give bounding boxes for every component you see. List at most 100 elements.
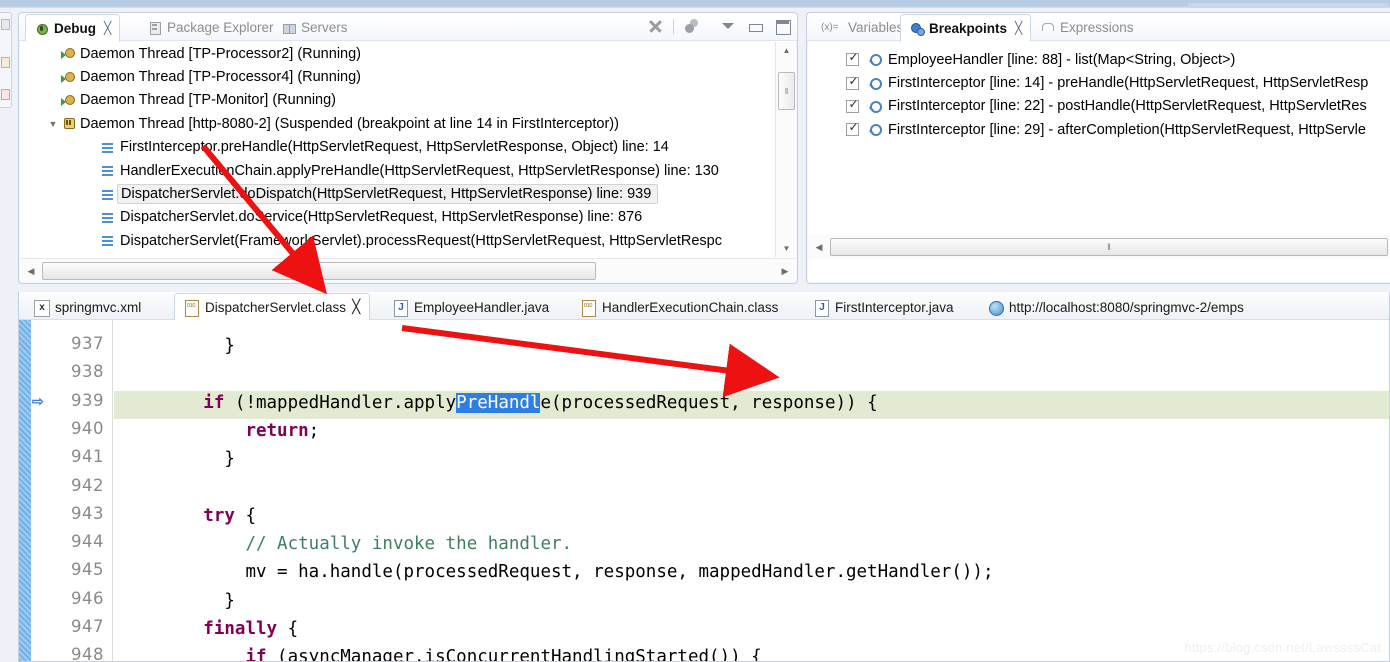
- disconnect-icon[interactable]: [646, 17, 664, 35]
- scroll-left-icon[interactable]: ◀: [810, 238, 828, 256]
- view-menu-dots-icon[interactable]: [683, 17, 701, 35]
- editor-tab-4[interactable]: FirstInterceptor.java: [805, 294, 963, 320]
- tree-row-label: DispatcherServlet(FrameworkServlet).proc…: [120, 232, 722, 249]
- breakpoint-row[interactable]: FirstInterceptor [line: 29] - afterCompl…: [808, 118, 1390, 141]
- maximize-icon[interactable]: [773, 17, 791, 35]
- tab-breakpoints[interactable]: Breakpoints ╳: [900, 14, 1032, 42]
- thread-row[interactable]: Daemon Thread [TP-Processor2] (Running): [20, 42, 775, 65]
- line-number: 937: [71, 334, 104, 353]
- editor-code-area[interactable]: ⇨ 937 938 939 940 941 942 943 944 945 946 947 948 }…: [19, 320, 1389, 661]
- line-number: 939: [71, 390, 104, 410]
- hscroll-thumb[interactable]: ‖: [830, 238, 1388, 256]
- breakpoint-row[interactable]: FirstInterceptor [line: 14] - preHandle(…: [808, 71, 1390, 94]
- stack-frame-row[interactable]: FirstInterceptor.preHandle(HttpServletRe…: [20, 136, 775, 159]
- editor-tab-5[interactable]: http://localhost:8080/springmvc-2/emps: [979, 294, 1253, 320]
- close-icon[interactable]: ╳: [1015, 21, 1022, 35]
- editor-tab-label: FirstInterceptor.java: [835, 299, 954, 315]
- fast-view-item-2[interactable]: [1, 57, 10, 68]
- xml-file-icon: [34, 299, 50, 317]
- breakpoint-enabled-checkbox[interactable]: [846, 120, 860, 137]
- fast-view-item-1[interactable]: [1, 19, 10, 30]
- variables-icon: (x)=: [821, 22, 839, 33]
- servers-icon: [281, 20, 296, 35]
- tab-debug[interactable]: Debug ╳: [25, 14, 121, 42]
- close-icon[interactable]: ╳: [104, 21, 111, 35]
- source-line[interactable]: if (!mappedHandler.applyPreHandle(proces…: [114, 390, 1389, 419]
- breakpoint-label: FirstInterceptor [line: 29] - afterCompl…: [888, 121, 1366, 138]
- editor-tab-3[interactable]: HandlerExecutionChain.class: [572, 294, 787, 320]
- thread-row[interactable]: Daemon Thread [TP-Processor4] (Running): [20, 65, 775, 88]
- breakpoint-row[interactable]: EmployeeHandler [line: 88] - list(Map<St…: [808, 48, 1390, 71]
- breakpoints-list[interactable]: EmployeeHandler [line: 88] - list(Map<St…: [808, 42, 1390, 233]
- editor-tab-2[interactable]: EmployeeHandler.java: [384, 294, 558, 320]
- stack-frame-row[interactable]: DispatcherServlet.doService(HttpServletR…: [20, 206, 775, 229]
- editor-tab-label: HandlerExecutionChain.class: [602, 299, 779, 315]
- source-line[interactable]: [114, 476, 1389, 504]
- breakpoint-enabled-checkbox[interactable]: [846, 74, 860, 90]
- editor-tab-0[interactable]: springmvc.xml: [25, 294, 150, 320]
- code-token: {: [234, 505, 256, 526]
- scroll-right-icon[interactable]: ▶: [776, 262, 794, 280]
- hscroll-thumb[interactable]: ‖: [42, 262, 596, 280]
- line-number: 945: [71, 560, 104, 580]
- breakpoint-row[interactable]: FirstInterceptor [line: 22] - postHandle…: [808, 95, 1390, 118]
- toolbar-separator: [673, 18, 674, 34]
- breakpoint-label: FirstInterceptor [line: 22] - postHandle…: [888, 98, 1367, 115]
- editor-marker-bar[interactable]: [19, 320, 31, 661]
- editor-source-lines[interactable]: } if (!mappedHandler.applyPreHandle(proc…: [114, 320, 1389, 661]
- scroll-up-icon[interactable]: ▲: [776, 42, 797, 59]
- fast-view-item-3[interactable]: [1, 89, 10, 100]
- editor-tabbar: springmvc.xml DispatcherServlet.class ╳ Emp…: [19, 292, 1389, 321]
- breakpoints-hscrollbar[interactable]: ◀ ‖: [808, 235, 1390, 259]
- fast-view-bar[interactable]: [0, 12, 12, 108]
- scroll-down-icon[interactable]: ▼: [776, 240, 797, 257]
- stack-frame-row[interactable]: DispatcherServlet(FrameworkServlet).proc…: [20, 229, 775, 252]
- class-file-icon: [184, 299, 199, 317]
- package-explorer-icon: [147, 20, 162, 35]
- source-line[interactable]: [114, 362, 1389, 390]
- expand-collapse-icon[interactable]: ▼: [46, 119, 60, 129]
- source-line[interactable]: }: [114, 334, 1389, 362]
- tree-row-label: DispatcherServlet.doService(HttpServletR…: [120, 209, 643, 226]
- source-line[interactable]: mv = ha.handle(processedRequest, respons…: [114, 560, 1389, 588]
- source-line[interactable]: // Actually invoke the handler.: [114, 532, 1389, 560]
- bug-icon: [34, 21, 49, 36]
- thread-row[interactable]: ▼ Daemon Thread [http-8080-2] (Suspended …: [20, 112, 775, 135]
- chevron-down-icon[interactable]: [719, 17, 737, 35]
- tab-variables[interactable]: (x)= Variables: [813, 15, 911, 40]
- tab-expressions[interactable]: Expressions: [1032, 15, 1142, 40]
- tab-package-explorer[interactable]: Package Explorer: [139, 15, 282, 40]
- watermark: https://blog.csdn.net/LawssssCat: [1184, 640, 1381, 655]
- keyword-token: try: [203, 505, 235, 526]
- tree-row-label: Daemon Thread [http-8080-2] (Suspended (…: [80, 115, 619, 132]
- editor-annotation-column[interactable]: ⇨: [31, 320, 45, 661]
- source-line[interactable]: return;: [114, 419, 1389, 447]
- tab-expressions-label: Expressions: [1060, 20, 1134, 35]
- close-icon[interactable]: ╳: [352, 299, 360, 315]
- source-line[interactable]: }: [114, 447, 1389, 475]
- scroll-left-icon[interactable]: ◀: [22, 262, 40, 280]
- tab-servers[interactable]: Servers: [273, 15, 356, 40]
- breakpoint-enabled-checkbox[interactable]: [846, 97, 860, 113]
- stack-frame-row[interactable]: HandlerExecutionChain.applyPreHandle(Htt…: [20, 159, 775, 182]
- debug-stack-tree[interactable]: Daemon Thread [TP-Processor2] (Running) D…: [20, 42, 775, 257]
- source-line[interactable]: try {: [114, 504, 1389, 532]
- vscroll-thumb[interactable]: ‖: [778, 72, 795, 110]
- stack-frame-row[interactable]: DispatcherServlet.doDispatch(HttpServlet…: [20, 182, 775, 205]
- tree-row-label: Daemon Thread [TP-Processor2] (Running): [80, 45, 361, 62]
- source-line[interactable]: }: [114, 589, 1389, 617]
- line-number: 941: [71, 447, 104, 467]
- debug-tree-vscrollbar[interactable]: ▲ ‖ ▼: [775, 42, 796, 257]
- code-token: e(processedRequest, response)) {: [540, 392, 878, 413]
- code-token: }: [224, 590, 235, 611]
- editor-tab-1[interactable]: DispatcherServlet.class ╳: [174, 293, 371, 321]
- minimize-icon[interactable]: [746, 17, 764, 35]
- breakpoint-enabled-checkbox[interactable]: [846, 50, 860, 67]
- debug-tree-hscrollbar[interactable]: ◀ ‖ ▶: [20, 258, 796, 282]
- thread-row[interactable]: Daemon Thread [TP-Monitor] (Running): [20, 89, 775, 112]
- line-number: 947: [71, 617, 104, 636]
